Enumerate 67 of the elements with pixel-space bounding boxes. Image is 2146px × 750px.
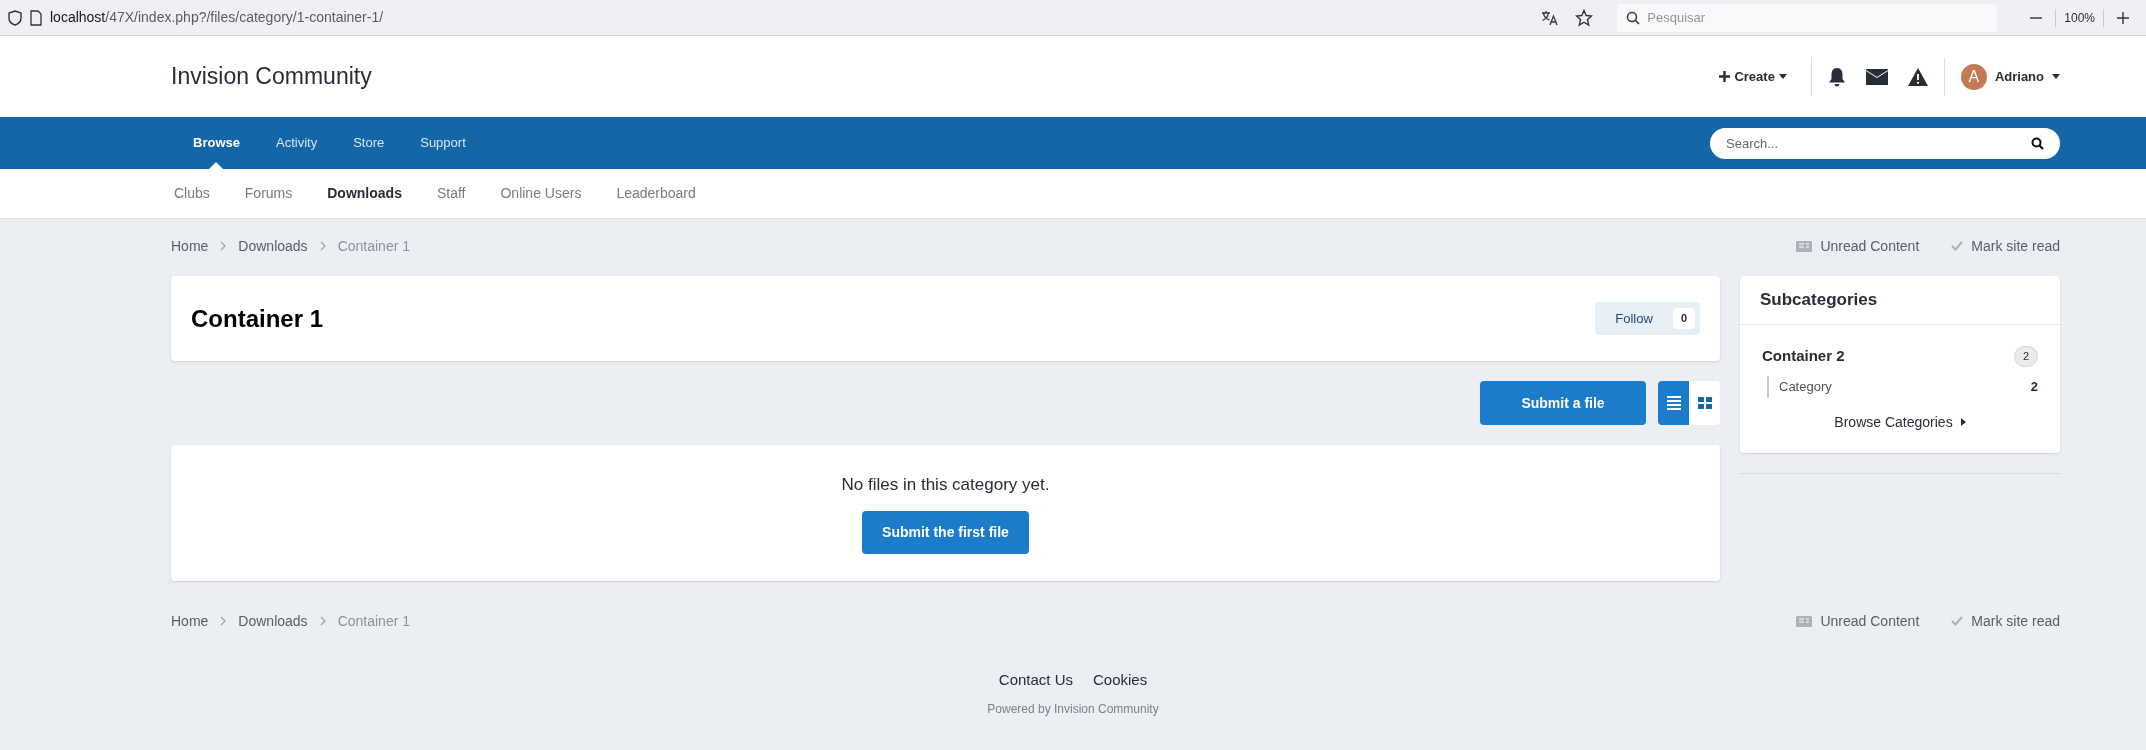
unread-content-link[interactable]: Unread Content (1796, 610, 1920, 632)
mark-read-link[interactable]: Mark site read (1951, 610, 2060, 632)
create-button[interactable]: Create (1711, 66, 1795, 87)
panel-title: Subcategories (1740, 276, 2060, 325)
star-icon[interactable] (1575, 8, 1594, 27)
empty-message: No files in this category yet. (841, 474, 1050, 497)
grid-view-button[interactable] (1689, 381, 1720, 425)
breadcrumb-link[interactable]: Home (171, 610, 209, 632)
list-icon (1666, 396, 1681, 410)
subnav-link[interactable]: Forums (244, 183, 293, 204)
browse-categories-link[interactable]: Browse Categories (1834, 411, 1966, 433)
footer-link[interactable]: Contact Us (998, 669, 1073, 692)
list-view-button[interactable] (1658, 381, 1689, 425)
browser-search-field[interactable]: Pesquisar (1617, 3, 1998, 32)
follow-button[interactable]: Follow 0 (1595, 302, 1700, 335)
footer-link[interactable]: Cookies (1093, 669, 1148, 692)
translate-icon[interactable] (1541, 9, 1560, 26)
subnav-link[interactable]: Online Users (500, 183, 582, 204)
chevron-icon (319, 616, 326, 626)
caret-icon (1960, 418, 1966, 426)
page-title: Container 1 (191, 303, 325, 334)
url-host[interactable]: localhost (50, 7, 106, 28)
submit-file-button[interactable]: Submit a file (1480, 381, 1646, 425)
file-count: 2 (2030, 377, 2038, 396)
unread-content-link[interactable]: Unread Content (1796, 235, 1920, 257)
breadcrumb-link[interactable]: Home (171, 235, 209, 257)
user-avatar: A (1960, 63, 1987, 90)
count-badge: 2 (2013, 346, 2038, 367)
submit-first-file-button[interactable]: Submit the first file (862, 510, 1029, 554)
breadcrumb-link[interactable]: Downloads (238, 235, 308, 257)
subcategory-link[interactable]: Category (1779, 376, 1832, 397)
user-menu[interactable]: A Adriano (1960, 63, 2060, 90)
mark-read-link[interactable]: Mark site read (1951, 235, 2060, 257)
subnav-link[interactable]: Clubs (174, 183, 210, 204)
subnav-link[interactable]: Leaderboard (616, 183, 696, 204)
nav-tab[interactable]: Support (402, 117, 484, 169)
bell-icon[interactable] (1827, 66, 1846, 87)
subnav-link[interactable]: Staff (436, 183, 466, 204)
nav-tab[interactable]: Store (335, 117, 403, 169)
page-icon (30, 9, 42, 26)
zoom-level[interactable]: 100% (2055, 8, 2104, 27)
zoom-in-icon[interactable] (2116, 10, 2130, 25)
nav-tab[interactable]: Activity (257, 117, 336, 169)
warning-icon[interactable] (1907, 67, 1928, 86)
subnav-link[interactable]: Downloads (327, 183, 402, 204)
powered-by-text: Powered by Invision Community (987, 700, 1159, 718)
search-field[interactable]: Search... (1710, 127, 2060, 159)
follow-count: 0 (1672, 308, 1695, 329)
caret-icon (2052, 74, 2060, 79)
site-logo[interactable]: Invision Community (171, 59, 1712, 94)
envelope-icon[interactable] (1865, 68, 1888, 85)
shield-icon (8, 9, 22, 26)
search-icon (1626, 10, 1641, 25)
caret-icon (1778, 74, 1787, 79)
chevron-icon (220, 241, 227, 251)
chevron-icon (220, 616, 227, 626)
plus-icon (1719, 71, 1731, 82)
search-icon (2031, 136, 2044, 150)
check-icon (1951, 616, 1964, 626)
chevron-icon (319, 241, 326, 251)
url-path[interactable]: /47X/index.php?/files/category/1-container-1/ (105, 7, 384, 28)
parent-category-link[interactable]: Container 2 (1762, 345, 1845, 368)
newspaper-icon (1796, 240, 1813, 252)
check-icon (1951, 241, 1964, 251)
grid-icon (1697, 396, 1712, 410)
breadcrumb-link[interactable]: Downloads (238, 610, 308, 632)
newspaper-icon (1796, 615, 1813, 627)
